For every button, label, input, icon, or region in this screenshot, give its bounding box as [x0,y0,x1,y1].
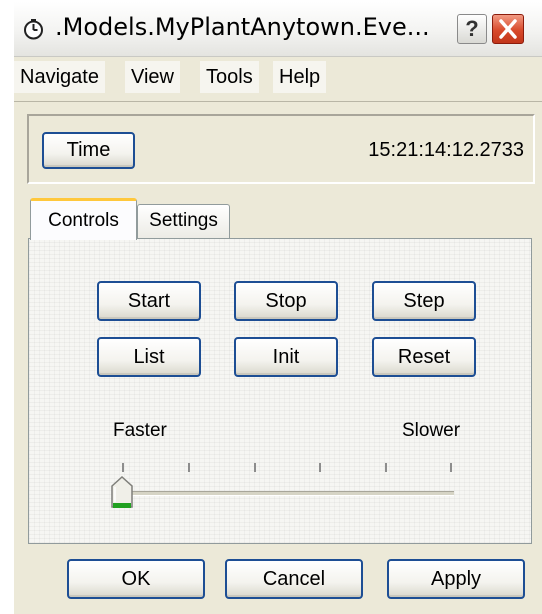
slider-tick [319,463,321,472]
list-button[interactable]: List [97,337,201,377]
init-button[interactable]: Init [234,337,338,377]
speed-slider-thumb[interactable] [111,476,133,510]
clock-icon [24,19,43,40]
start-button[interactable]: Start [97,281,201,321]
menu-view[interactable]: View [125,61,180,93]
slider-tick [122,463,124,472]
apply-button[interactable]: Apply [387,559,525,599]
menu-bar: Navigate View Tools Help [14,57,542,101]
cancel-button[interactable]: Cancel [225,559,363,599]
time-button[interactable]: Time [42,132,135,169]
slider-tick [385,463,387,472]
close-button[interactable] [492,14,524,44]
step-button[interactable]: Step [372,281,476,321]
slider-tick [254,463,256,472]
window-title: .Models.MyPlantAnytown.Eve... [55,13,430,41]
slider-tick [450,463,452,472]
ok-button[interactable]: OK [67,559,205,599]
reset-button[interactable]: Reset [372,337,476,377]
speed-slider-track[interactable] [119,491,454,496]
menu-tools[interactable]: Tools [200,61,259,93]
stop-button[interactable]: Stop [234,281,338,321]
speed-min-label: Faster [113,420,167,441]
dialog-window: .Models.MyPlantAnytown.Eve... ? Navigate… [14,2,542,614]
menu-divider [14,101,542,102]
time-readout: 15:21:14:12.2733 [368,139,524,161]
menu-help[interactable]: Help [273,61,327,93]
menu-navigate[interactable]: Navigate [14,61,105,93]
speed-max-label: Slower [402,420,461,441]
close-icon [499,19,517,39]
tab-controls[interactable]: Controls [30,198,137,240]
help-button[interactable]: ? [457,14,487,44]
slider-tick [188,463,190,472]
title-bar[interactable]: .Models.MyPlantAnytown.Eve... ? [14,2,542,57]
tab-settings[interactable]: Settings [137,204,230,238]
